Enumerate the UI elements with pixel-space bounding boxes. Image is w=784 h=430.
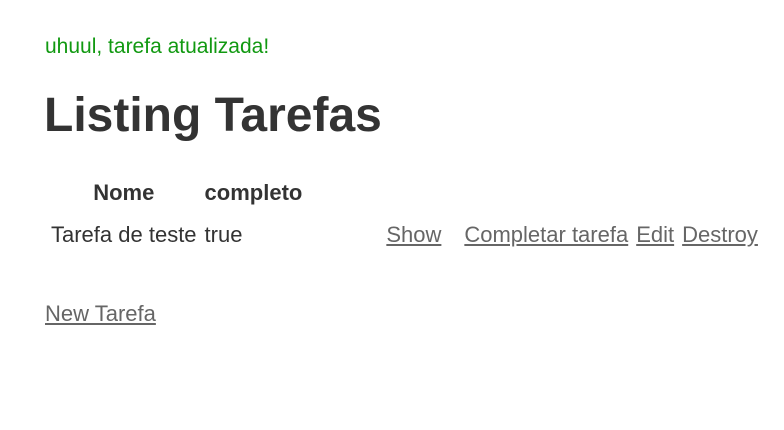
show-link[interactable]: Show	[386, 222, 441, 247]
column-header-completo: completo	[204, 180, 303, 205]
cell-completo: true	[204, 222, 243, 247]
table-header-row: Nome completo	[49, 174, 760, 212]
cell-nome: Tarefa de teste	[51, 222, 197, 247]
cell-complete: Completar tarefa	[462, 214, 630, 256]
cell-edit: Edit	[634, 214, 676, 256]
page: uhuul, tarefa atualizada! Listing Tarefa…	[0, 0, 784, 430]
new-tarefa-link[interactable]: New Tarefa	[45, 300, 156, 328]
table-row: Tarefa de teste true Show Completar tare…	[49, 214, 760, 256]
tarefas-table: Nome completo Tarefa de teste true Show …	[45, 172, 764, 258]
cell-destroy: Destroy	[680, 214, 760, 256]
complete-task-link[interactable]: Completar tarefa	[464, 222, 628, 247]
column-header-nome: Nome	[93, 180, 155, 205]
column-header-actions	[308, 174, 760, 212]
edit-link[interactable]: Edit	[636, 222, 674, 247]
table-header: Nome completo	[49, 174, 760, 212]
table-body: Tarefa de teste true Show Completar tare…	[49, 214, 760, 256]
page-title: Listing Tarefas	[44, 89, 382, 142]
cell-show: Show	[308, 214, 458, 256]
flash-notice: uhuul, tarefa atualizada!	[45, 35, 270, 58]
destroy-link[interactable]: Destroy	[682, 222, 758, 247]
